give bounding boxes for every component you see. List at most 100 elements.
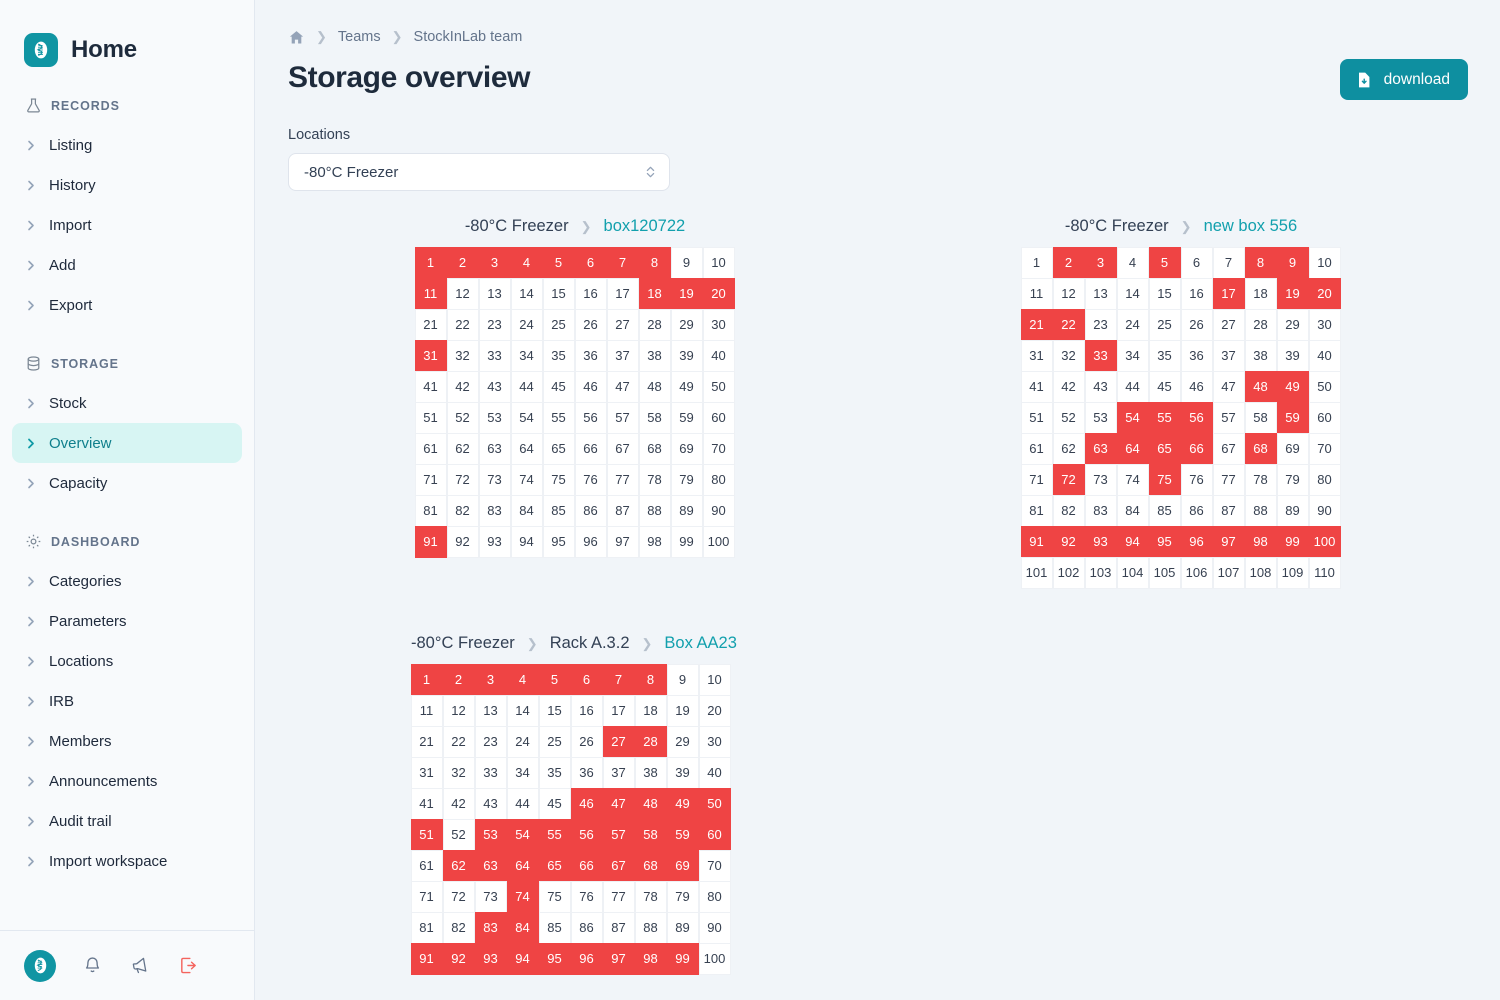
- storage-cell[interactable]: 71: [1020, 463, 1053, 496]
- storage-cell[interactable]: 7: [1212, 246, 1245, 279]
- storage-cell[interactable]: 81: [414, 494, 447, 527]
- storage-cell[interactable]: 34: [510, 339, 543, 372]
- storage-cell[interactable]: 26: [1180, 308, 1213, 341]
- storage-cell[interactable]: 86: [574, 494, 607, 527]
- storage-cell[interactable]: 44: [510, 370, 543, 403]
- board-crumb-box[interactable]: box120722: [604, 217, 686, 236]
- storage-cell[interactable]: 41: [414, 370, 447, 403]
- storage-cell[interactable]: 60: [1308, 401, 1341, 434]
- storage-cell[interactable]: 35: [538, 756, 571, 789]
- sidebar-item-stock[interactable]: Stock: [12, 383, 242, 423]
- storage-cell[interactable]: 25: [542, 308, 575, 341]
- storage-cell[interactable]: 57: [602, 818, 635, 851]
- storage-cell[interactable]: 13: [478, 277, 511, 310]
- storage-cell[interactable]: 103: [1084, 556, 1117, 589]
- storage-cell[interactable]: 58: [638, 401, 671, 434]
- storage-cell[interactable]: 9: [666, 663, 699, 696]
- storage-cell[interactable]: 52: [1052, 401, 1085, 434]
- storage-cell[interactable]: 87: [1212, 494, 1245, 527]
- storage-cell[interactable]: 55: [538, 818, 571, 851]
- storage-cell[interactable]: 2: [446, 246, 479, 279]
- sidebar-item-import[interactable]: Import: [12, 205, 242, 245]
- board-crumb-box[interactable]: Box AA23: [664, 634, 736, 653]
- storage-cell[interactable]: 37: [1212, 339, 1245, 372]
- storage-cell[interactable]: 106: [1180, 556, 1213, 589]
- storage-cell[interactable]: 92: [442, 942, 475, 975]
- storage-cell[interactable]: 64: [1116, 432, 1149, 465]
- storage-cell[interactable]: 37: [606, 339, 639, 372]
- storage-cell[interactable]: 91: [410, 942, 443, 975]
- storage-cell[interactable]: 76: [1180, 463, 1213, 496]
- storage-cell[interactable]: 1: [414, 246, 447, 279]
- storage-cell[interactable]: 72: [446, 463, 479, 496]
- storage-cell[interactable]: 89: [670, 494, 703, 527]
- storage-cell[interactable]: 23: [478, 308, 511, 341]
- storage-cell[interactable]: 40: [698, 756, 731, 789]
- storage-cell[interactable]: 1: [410, 663, 443, 696]
- storage-cell[interactable]: 97: [1212, 525, 1245, 558]
- storage-cell[interactable]: 77: [606, 463, 639, 496]
- storage-cell[interactable]: 28: [634, 725, 667, 758]
- storage-cell[interactable]: 4: [506, 663, 539, 696]
- storage-cell[interactable]: 11: [1020, 277, 1053, 310]
- storage-cell[interactable]: 48: [1244, 370, 1277, 403]
- bell-icon[interactable]: [82, 955, 104, 977]
- storage-cell[interactable]: 52: [442, 818, 475, 851]
- storage-cell[interactable]: 90: [698, 911, 731, 944]
- storage-cell[interactable]: 82: [442, 911, 475, 944]
- board-crumb-box[interactable]: new box 556: [1204, 217, 1298, 236]
- storage-cell[interactable]: 9: [1276, 246, 1309, 279]
- storage-cell[interactable]: 49: [1276, 370, 1309, 403]
- storage-cell[interactable]: 60: [702, 401, 735, 434]
- storage-cell[interactable]: 15: [542, 277, 575, 310]
- storage-cell[interactable]: 94: [510, 525, 543, 558]
- storage-cell[interactable]: 102: [1052, 556, 1085, 589]
- storage-cell[interactable]: 23: [474, 725, 507, 758]
- storage-cell[interactable]: 27: [606, 308, 639, 341]
- storage-cell[interactable]: 79: [666, 880, 699, 913]
- storage-cell[interactable]: 84: [1116, 494, 1149, 527]
- storage-cell[interactable]: 96: [1180, 525, 1213, 558]
- storage-cell[interactable]: 86: [570, 911, 603, 944]
- storage-cell[interactable]: 97: [602, 942, 635, 975]
- storage-cell[interactable]: 70: [702, 432, 735, 465]
- storage-cell[interactable]: 53: [478, 401, 511, 434]
- storage-cell[interactable]: 12: [442, 694, 475, 727]
- storage-cell[interactable]: 58: [634, 818, 667, 851]
- storage-cell[interactable]: 107: [1212, 556, 1245, 589]
- storage-cell[interactable]: 38: [634, 756, 667, 789]
- storage-cell[interactable]: 85: [538, 911, 571, 944]
- storage-cell[interactable]: 92: [1052, 525, 1085, 558]
- storage-cell[interactable]: 89: [1276, 494, 1309, 527]
- storage-cell[interactable]: 32: [442, 756, 475, 789]
- storage-cell[interactable]: 95: [542, 525, 575, 558]
- storage-cell[interactable]: 74: [506, 880, 539, 913]
- storage-cell[interactable]: 42: [442, 787, 475, 820]
- storage-cell[interactable]: 69: [670, 432, 703, 465]
- storage-cell[interactable]: 10: [698, 663, 731, 696]
- storage-cell[interactable]: 95: [1148, 525, 1181, 558]
- storage-cell[interactable]: 69: [1276, 432, 1309, 465]
- storage-cell[interactable]: 35: [1148, 339, 1181, 372]
- sidebar-item-overview[interactable]: Overview: [12, 423, 242, 463]
- storage-cell[interactable]: 33: [474, 756, 507, 789]
- breadcrumb-teams[interactable]: Teams: [338, 29, 381, 45]
- storage-cell[interactable]: 85: [542, 494, 575, 527]
- storage-cell[interactable]: 100: [702, 525, 735, 558]
- storage-cell[interactable]: 72: [442, 880, 475, 913]
- storage-cell[interactable]: 5: [1148, 246, 1181, 279]
- storage-cell[interactable]: 61: [410, 849, 443, 882]
- storage-cell[interactable]: 88: [638, 494, 671, 527]
- storage-cell[interactable]: 64: [506, 849, 539, 882]
- storage-cell[interactable]: 39: [666, 756, 699, 789]
- logout-icon[interactable]: [178, 955, 200, 977]
- storage-cell[interactable]: 51: [414, 401, 447, 434]
- storage-cell[interactable]: 38: [638, 339, 671, 372]
- storage-cell[interactable]: 51: [410, 818, 443, 851]
- storage-cell[interactable]: 87: [602, 911, 635, 944]
- storage-cell[interactable]: 51: [1020, 401, 1053, 434]
- storage-cell[interactable]: 98: [638, 525, 671, 558]
- storage-cell[interactable]: 26: [570, 725, 603, 758]
- storage-cell[interactable]: 14: [1116, 277, 1149, 310]
- storage-cell[interactable]: 64: [510, 432, 543, 465]
